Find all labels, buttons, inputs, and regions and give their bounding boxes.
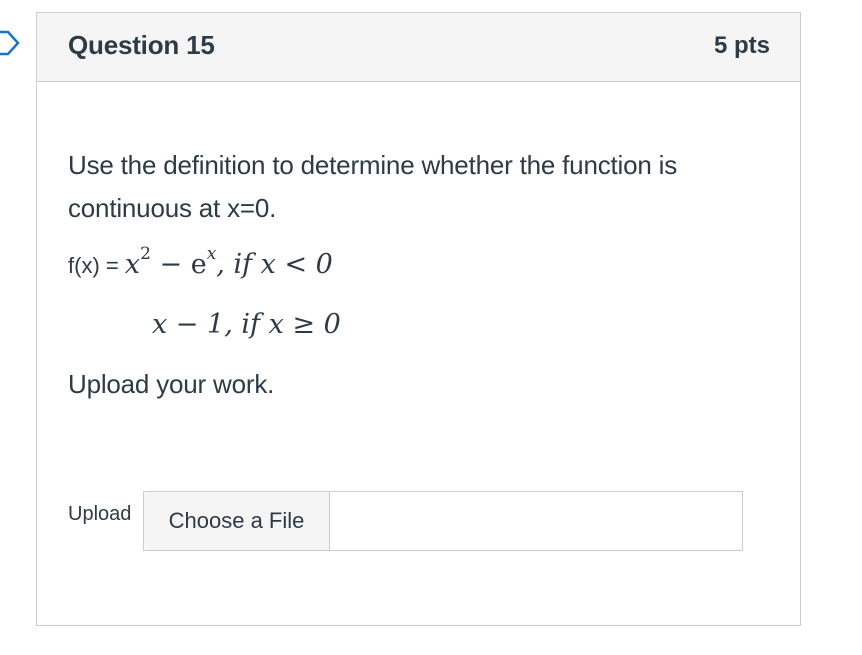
- question-header: Question 15 5 pts: [37, 13, 800, 82]
- piece1-base: x: [124, 249, 141, 280]
- function-piece-2: x − 1, if x ≥ 0: [152, 309, 341, 340]
- question-points: 5 pts: [713, 32, 770, 59]
- file-upload-field[interactable]: Choose a File: [143, 491, 743, 551]
- piece1-condition: , if x < 0: [216, 249, 333, 280]
- piece1-e-exponent: x: [206, 244, 217, 264]
- choose-file-button[interactable]: Choose a File: [144, 492, 330, 550]
- piece1-minus-e: − e: [150, 249, 207, 280]
- question-card: Question 15 5 pts Use the definition to …: [36, 12, 801, 626]
- question-flag-icon[interactable]: [0, 30, 20, 56]
- upload-instructions: Upload your work.: [68, 369, 275, 399]
- piece2-expr: x − 1, if x ≥ 0: [152, 309, 341, 340]
- piece1-exponent: 2: [140, 244, 151, 264]
- question-title: Question 15: [68, 30, 215, 60]
- upload-label: Upload: [68, 503, 132, 525]
- question-prompt: Use the definition to determine whether …: [68, 150, 678, 223]
- function-piece-1: f(x) = x2 − ex, if x < 0: [68, 246, 333, 281]
- function-label: f(x) =: [68, 253, 125, 278]
